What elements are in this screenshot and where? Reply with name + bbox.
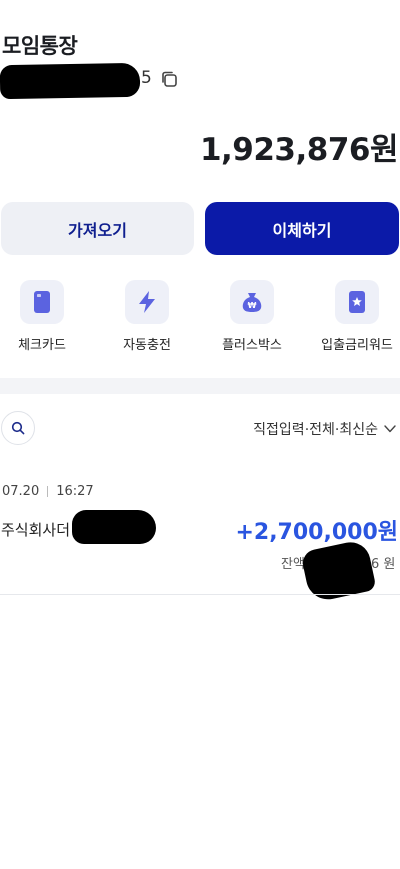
lightning-icon <box>125 280 169 324</box>
transaction-balance-label: 잔액 <box>281 557 305 572</box>
reward-card-icon <box>335 280 379 324</box>
account-number-suffix: 5 <box>141 68 152 88</box>
get-money-button[interactable]: 가져오기 <box>1 202 194 255</box>
transaction-balance-suffix: 6 원 <box>371 557 396 572</box>
quick-menu-plus-box[interactable]: ₩ 플러스박스 <box>202 280 302 353</box>
group-account-screen: 모임통장 5 1,923,876원 가져오기 이체하기 체크카드 자동충전 ₩ … <box>0 0 400 869</box>
transaction-datetime: 07.20 16:27 <box>2 484 94 499</box>
account-number-row: 5 <box>0 62 200 100</box>
search-icon <box>11 421 25 435</box>
quick-menu-label: 입출금리워드 <box>321 338 393 353</box>
transaction-counterparty[interactable]: 주식회사더 <box>1 519 70 540</box>
account-balance: 1,923,876원 <box>199 132 399 168</box>
transaction-amount: +2,700,000원 <box>235 520 398 545</box>
search-button[interactable] <box>1 411 35 445</box>
row-divider <box>0 594 400 595</box>
copy-icon[interactable] <box>160 70 178 88</box>
transaction-date: 07.20 <box>2 484 40 499</box>
quick-menu-auto-charge[interactable]: 자동충전 <box>97 280 197 353</box>
transaction-time: 16:27 <box>56 484 94 499</box>
quick-menu-check-card[interactable]: 체크카드 <box>0 280 92 353</box>
quick-menu-label: 체크카드 <box>18 338 66 353</box>
transfer-button[interactable]: 이체하기 <box>205 202 399 255</box>
quick-menu-label: 자동충전 <box>123 338 171 353</box>
quick-menu-reward[interactable]: 입출금리워드 <box>307 280 400 353</box>
card-icon <box>20 280 64 324</box>
quick-menu-label: 플러스박스 <box>222 338 282 353</box>
section-divider <box>0 378 400 394</box>
redaction-mark <box>72 510 156 544</box>
page-title: 모임통장 <box>2 34 78 58</box>
redaction-mark <box>0 62 141 100</box>
filter-label: 직접입력·전체·최신순 <box>253 422 378 438</box>
money-bag-icon: ₩ <box>230 280 274 324</box>
svg-text:₩: ₩ <box>248 301 257 310</box>
date-time-separator <box>47 486 49 497</box>
chevron-down-icon <box>384 425 396 433</box>
history-filter-dropdown[interactable]: 직접입력·전체·최신순 <box>253 419 396 439</box>
